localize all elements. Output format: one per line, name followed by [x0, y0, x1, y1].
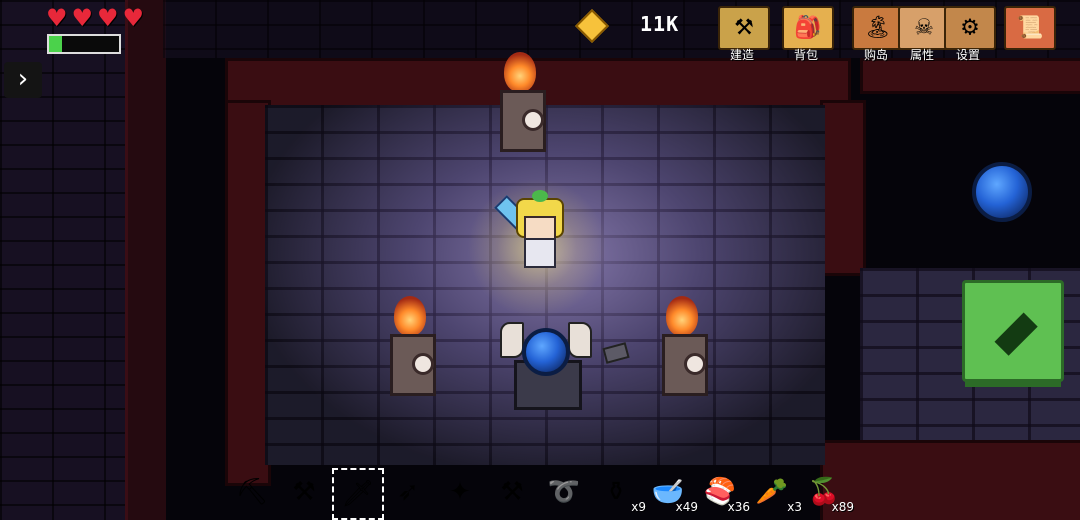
- energy-bar-fill: [49, 36, 62, 52]
- sword-icon: 🗡: [341, 479, 375, 509]
- outer-wall-left-trim: [125, 0, 166, 520]
- currency-counter: 11K: [640, 12, 680, 36]
- heart-icon: ♥: [46, 4, 68, 32]
- hotbar-slot[interactable]: 🥣 x49: [644, 468, 698, 516]
- hotbar-slot[interactable]: ⛏: [228, 468, 276, 516]
- horn-left-icon: [500, 322, 524, 358]
- fishing-rod-icon: ➰: [547, 477, 581, 507]
- item-count: x89: [831, 500, 854, 514]
- hotbar-slot[interactable]: ✦: [436, 468, 484, 516]
- bow-icon: ➶: [397, 477, 419, 507]
- radish-icon: 🥕: [755, 477, 789, 507]
- heart-icon: ♥: [122, 4, 145, 32]
- hotbar-slot[interactable]: 🥕 x3: [748, 468, 802, 516]
- player-character: [467, 178, 607, 318]
- item-count: x49: [675, 500, 698, 514]
- leaf-sprout-icon: [532, 190, 548, 202]
- special-orb-button[interactable]: [972, 162, 1032, 222]
- hammer-icon: ⚒: [500, 477, 524, 507]
- torch-statue-top[interactable]: [490, 52, 550, 152]
- attributes-button[interactable]: ☠: [898, 6, 950, 50]
- hotbar-slot[interactable]: ⚒: [488, 468, 536, 516]
- orb-pedestal[interactable]: [500, 320, 592, 410]
- hotbar-slot[interactable]: ➶: [384, 468, 432, 516]
- attack-button[interactable]: ▬: [962, 280, 1064, 387]
- flame-icon: [666, 296, 698, 336]
- buy-island-button[interactable]: 🏝: [852, 6, 904, 50]
- expand-panel-button[interactable]: ›: [4, 62, 42, 98]
- settings-label: 设置: [955, 48, 980, 62]
- hotbar-slot[interactable]: ⚱ x9: [592, 468, 646, 516]
- blue-orb: [522, 328, 570, 376]
- flame-icon: [504, 52, 536, 92]
- sword-icon: ▬: [972, 290, 1054, 372]
- torch-statue-right[interactable]: [652, 296, 712, 396]
- heart-icon: ♥: [97, 4, 119, 32]
- game-scene: [0, 0, 1080, 520]
- backpack-button[interactable]: 🎒: [782, 6, 834, 50]
- anvil-icon: ⚒: [734, 15, 754, 41]
- scroll-map-icon: 📜: [1016, 15, 1044, 41]
- hotbar-slot[interactable]: 🗡: [332, 468, 384, 520]
- room-wall-right-lower: [820, 440, 1080, 520]
- map-button[interactable]: 📜: [1004, 6, 1056, 50]
- flame-icon: [394, 296, 426, 336]
- corridor-wall-right: [860, 58, 1080, 94]
- torch-statue-left[interactable]: [380, 296, 440, 396]
- blue-orb-icon: [972, 162, 1032, 222]
- hotbar-slot[interactable]: 🍒 x89: [800, 468, 854, 516]
- player-body: [524, 238, 556, 268]
- shovel-icon: ⚒: [292, 477, 316, 507]
- energy-bar: [47, 34, 121, 54]
- backpack-label: 背包: [793, 48, 818, 62]
- build-button[interactable]: ⚒: [718, 6, 770, 50]
- heart-icon: ♥: [71, 4, 94, 32]
- hotbar-slot[interactable]: ⚒: [280, 468, 328, 516]
- pickaxe-icon: ⛏: [235, 477, 269, 507]
- settings-button[interactable]: ⚙: [944, 6, 996, 50]
- skull-icon: ☠: [914, 15, 934, 41]
- wand-icon: ✦: [449, 477, 471, 507]
- hotbar-slot[interactable]: ➰: [540, 468, 588, 516]
- health-hearts: ♥ ♥ ♥ ♥: [46, 6, 144, 30]
- jar-icon: ⚱: [605, 477, 627, 507]
- island-icon: 🏝: [864, 15, 892, 41]
- room-wall-right: [820, 100, 866, 276]
- horn-right-icon: [568, 322, 592, 358]
- item-count: x36: [727, 500, 750, 514]
- hotbar-slot[interactable]: 🍣 x36: [696, 468, 750, 516]
- build-label: 建造: [729, 48, 754, 62]
- backpack-icon: 🎒: [794, 15, 822, 41]
- item-hotbar: ⛏ ⚒ 🗡 ➶ ✦ ⚒ ➰ ⚱ x9 🥣 x49 🍣 x36 🥕 x3 🍒 x89: [228, 468, 854, 520]
- chevron-right-icon: ›: [17, 64, 29, 94]
- gear-icon: ⚙: [960, 15, 980, 41]
